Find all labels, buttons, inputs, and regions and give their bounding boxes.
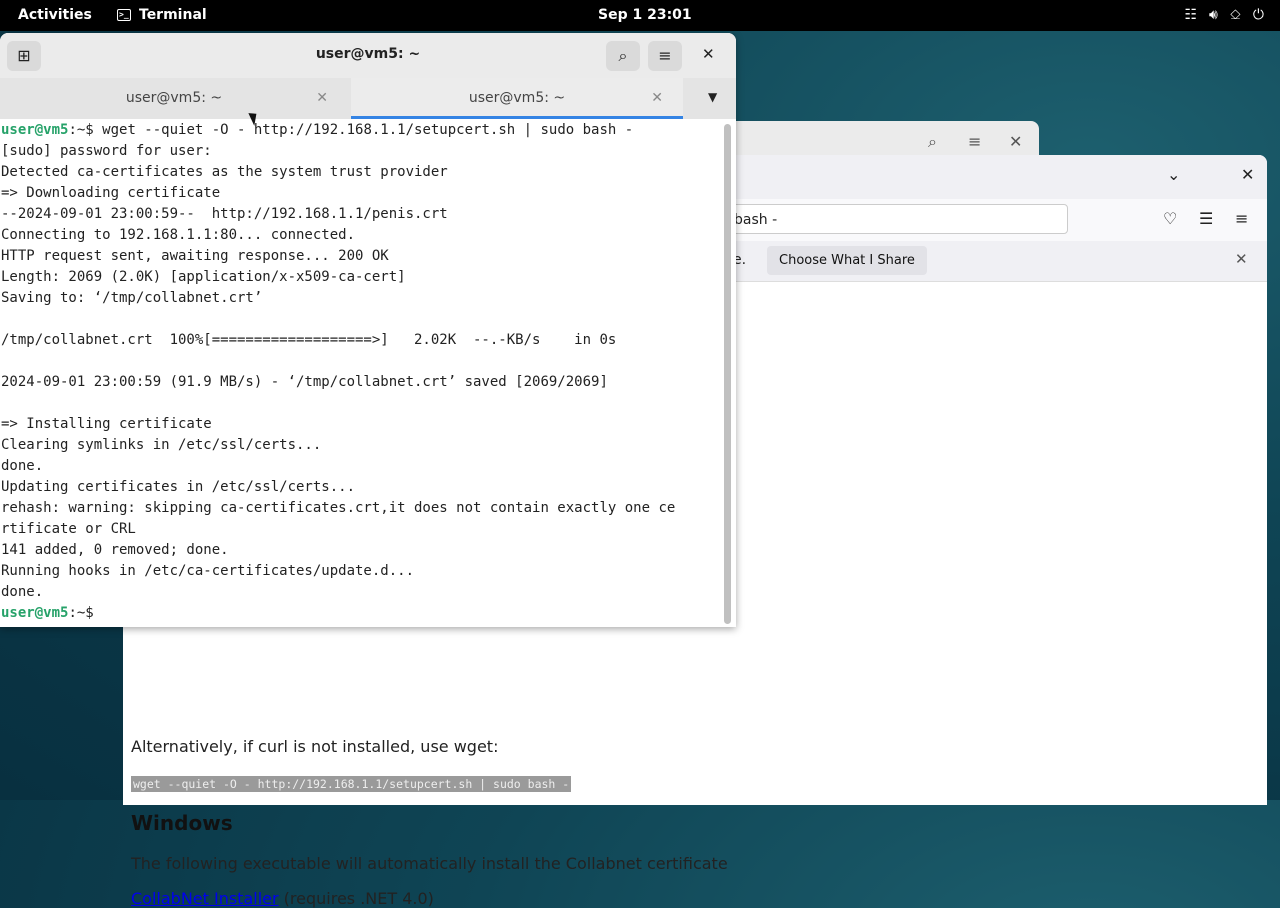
output-line: 141 added, 0 removed; done. xyxy=(1,542,229,558)
terminal-window: ⊞ user@vm5: ~ ⌕ ≡ ✕ user@vm5: ~ ✕ user@v… xyxy=(0,33,736,627)
output-line: rehash: warning: skipping ca-certificate… xyxy=(1,500,676,516)
installer-note: (requires .NET 4.0) xyxy=(278,889,434,908)
output-line: => Downloading certificate xyxy=(1,185,221,201)
network-icon: ☷ xyxy=(1184,7,1198,23)
pocket-icon[interactable]: ♡ xyxy=(1163,209,1177,228)
power-icon: ⏻ xyxy=(1252,7,1264,23)
output-line: Clearing symlinks in /etc/ssl/certs... xyxy=(1,437,322,453)
code-snippet: wget --quiet -O - http://192.168.1.1/set… xyxy=(131,776,572,792)
output-line: HTTP request sent, awaiting response... … xyxy=(1,248,389,264)
extensions-icon[interactable]: ☰ xyxy=(1199,209,1213,228)
output-line: Running hooks in /etc/ca-certificates/up… xyxy=(1,563,415,579)
chevron-down-icon[interactable]: ⌄ xyxy=(1167,165,1180,184)
choose-what-i-share-button[interactable]: Choose What I Share xyxy=(767,246,927,275)
output-line: done. xyxy=(1,458,44,474)
tab-list-dropdown-icon[interactable]: ▼ xyxy=(708,90,717,104)
menu-icon[interactable]: ≡ xyxy=(648,41,682,71)
prompt-user: user@vm5 xyxy=(1,122,69,138)
output-line: done. xyxy=(1,584,44,600)
menu-icon[interactable]: ≡ xyxy=(1235,209,1248,228)
tab-label: user@vm5: ~ xyxy=(125,90,223,106)
command-line: user@vm5:~$ wget --quiet -O - http://192… xyxy=(0,120,722,141)
close-icon[interactable]: ✕ xyxy=(702,45,715,63)
prompt-suffix: :~$ xyxy=(68,122,94,138)
terminal-scrollbar[interactable] xyxy=(724,124,731,624)
output-line: /tmp/collabnet.crt 100%[================… xyxy=(1,332,617,348)
output-line: [sudo] password for user: xyxy=(1,143,212,159)
mic-icon: ⎐ xyxy=(1229,7,1241,23)
top-bar: Activities >_ Terminal Sep 1 23:01 ☷ 🔊︎ … xyxy=(0,0,1280,31)
page-text: Alternatively, if curl is not installed,… xyxy=(131,737,499,756)
close-tab-icon[interactable]: ✕ xyxy=(651,78,663,119)
terminal-tab-2[interactable]: user@vm5: ~ ✕ xyxy=(351,78,683,119)
installer-row: CollabNet Installer (requires .NET 4.0) xyxy=(131,889,434,908)
search-icon[interactable]: ⌕ xyxy=(606,41,640,71)
search-icon[interactable]: ⌕ xyxy=(928,132,937,152)
section-heading: Windows xyxy=(131,811,233,835)
prompt-user: user@vm5 xyxy=(1,605,69,621)
output-line: Updating certificates in /etc/ssl/certs.… xyxy=(1,479,356,495)
output-line: Connecting to 192.168.1.1:80... connecte… xyxy=(1,227,356,243)
prompt-suffix: :~$ xyxy=(68,605,94,621)
terminal-icon: >_ xyxy=(117,9,131,21)
terminal-tab-bar: user@vm5: ~ ✕ user@vm5: ~ ✕ ▼ xyxy=(0,78,736,119)
command-text: wget --quiet -O - http://192.168.1.1/set… xyxy=(93,122,634,138)
output-line: Saving to: ‘/tmp/collabnet.crt’ xyxy=(1,290,263,306)
installer-link[interactable]: CollabNet Installer xyxy=(131,889,279,908)
output-line: rtificate or CRL xyxy=(1,521,136,537)
tab-label: user@vm5: ~ xyxy=(468,90,566,106)
output-line: => Installing certificate xyxy=(1,416,212,432)
output-line: 2024-09-01 23:00:59 (91.9 MB/s) - ‘/tmp/… xyxy=(1,374,608,390)
output-line: Length: 2069 (2.0K) [application/x-x509-… xyxy=(1,269,406,285)
system-tray[interactable]: ☷ 🔊︎ ⎐ ⏻ xyxy=(1184,7,1264,23)
terminal-header: ⊞ user@vm5: ~ ⌕ ≡ ✕ xyxy=(0,33,736,79)
close-tab-icon[interactable]: ✕ xyxy=(316,78,328,119)
app-name: Terminal xyxy=(139,7,207,23)
activities-button[interactable]: Activities xyxy=(18,7,92,23)
close-icon[interactable]: ✕ xyxy=(1235,250,1248,268)
terminal-output[interactable]: user@vm5:~$ wget --quiet -O - http://192… xyxy=(0,120,722,627)
output-line: Detected ca-certificates as the system t… xyxy=(1,164,448,180)
terminal-tab-1[interactable]: user@vm5: ~ ✕ xyxy=(0,78,348,119)
clock[interactable]: Sep 1 23:01 xyxy=(598,7,692,23)
page-paragraph: The following executable will automatica… xyxy=(131,854,728,873)
close-icon[interactable]: ✕ xyxy=(1241,165,1254,184)
url-bar[interactable]: bash - xyxy=(703,204,1068,234)
menu-icon[interactable]: ≡ xyxy=(968,132,981,151)
app-menu[interactable]: >_ Terminal xyxy=(117,7,207,23)
volume-icon: 🔊︎ xyxy=(1209,7,1218,23)
final-prompt-line: user@vm5:~$ xyxy=(0,603,722,624)
output-line: --2024-09-01 23:00:59-- http://192.168.1… xyxy=(1,206,448,222)
output-block: [sudo] password for user: Detected ca-cer… xyxy=(0,141,722,603)
close-icon[interactable]: ✕ xyxy=(1009,132,1022,151)
